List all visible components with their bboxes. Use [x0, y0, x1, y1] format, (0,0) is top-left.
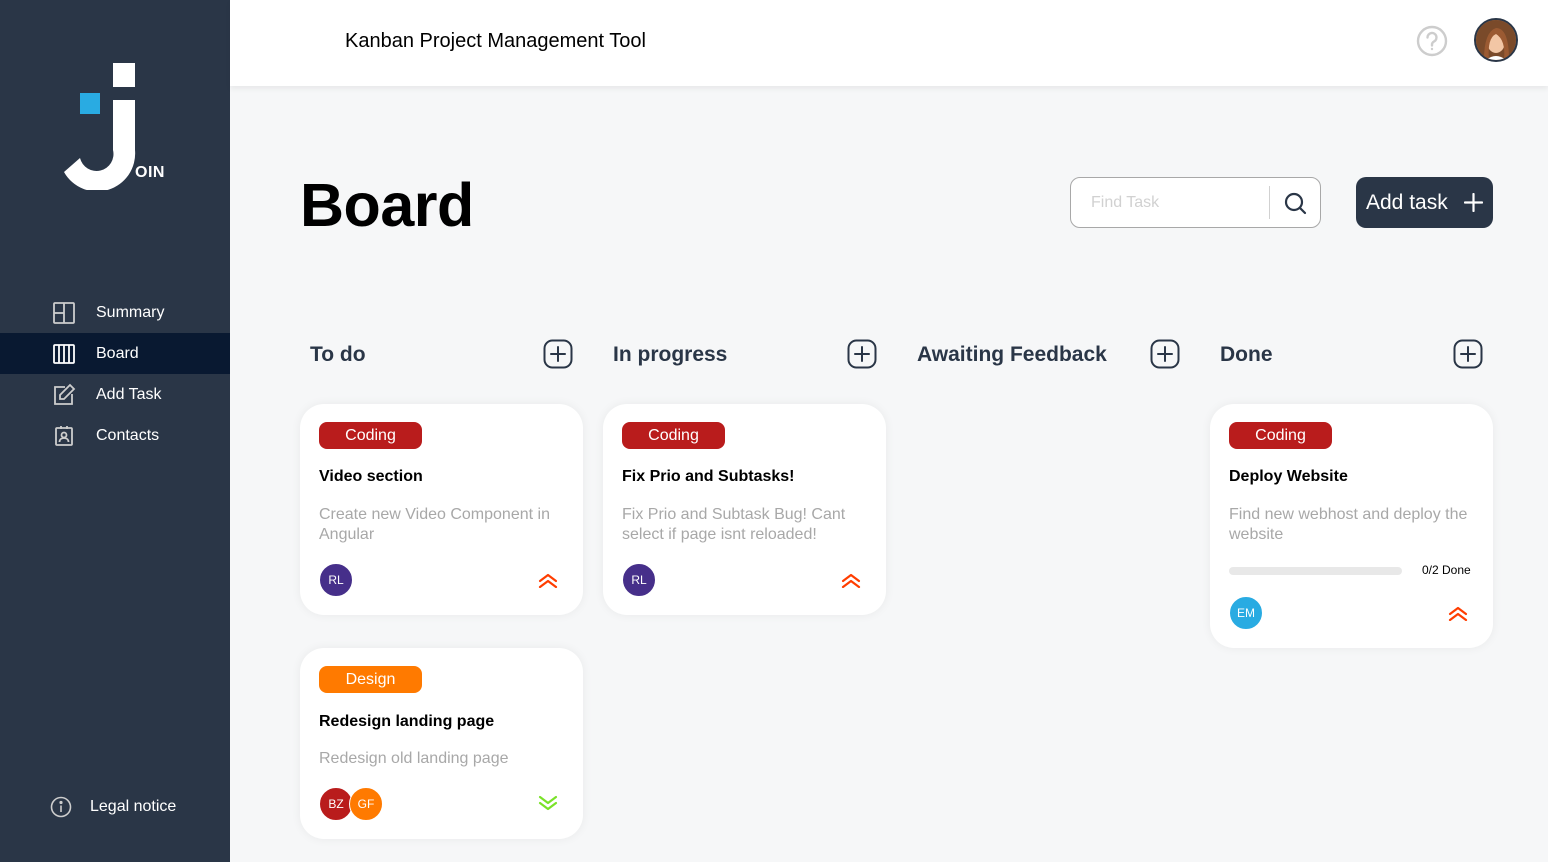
sidebar-item-board[interactable]: Board	[0, 333, 230, 374]
task-card[interactable]: Coding Deploy Website Find new webhost a…	[1210, 404, 1493, 648]
board-icon	[53, 343, 75, 364]
sidebar-item-label: Board	[96, 344, 139, 362]
summary-icon	[53, 301, 75, 324]
subtask-progress-text: 0/2 Done	[1422, 563, 1471, 577]
priority-urgent-icon	[841, 573, 861, 588]
logo-text: OIN	[135, 164, 165, 181]
search-divider	[1269, 186, 1270, 219]
contacts-icon	[55, 425, 73, 446]
task-title: Video section	[319, 468, 423, 485]
plus-icon	[1464, 193, 1483, 212]
category-tag: Coding	[1229, 422, 1332, 449]
assignee-avatar: RL	[622, 563, 656, 597]
task-description: Create new Video Component in Angular	[319, 506, 550, 543]
page-title: Board	[300, 171, 474, 239]
legal-notice-link[interactable]: Legal notice	[50, 796, 176, 818]
priority-urgent-icon	[1448, 606, 1468, 621]
category-tag: Coding	[622, 422, 725, 449]
assignees: BZ GF	[319, 787, 383, 821]
add-to-in-progress-icon[interactable]	[847, 339, 877, 369]
add-task-label: Add task	[1366, 190, 1448, 214]
add-task-icon	[54, 383, 76, 405]
sidebar-item-label: Summary	[96, 303, 165, 321]
find-task-input[interactable]	[1091, 192, 1261, 214]
search-box	[1070, 177, 1321, 228]
subtask-progress-bar	[1229, 567, 1402, 575]
column-title-done: Done	[1220, 343, 1273, 366]
category-tag: Design	[319, 666, 422, 693]
column-title-in-progress: In progress	[613, 343, 728, 366]
category-tag: Coding	[319, 422, 422, 449]
top-header: Kanban Project Management Tool	[230, 0, 1548, 86]
assignee-avatar: BZ	[319, 787, 353, 821]
assignees: RL	[319, 563, 353, 597]
task-description: Fix Prio and Subtask Bug! Cant select if…	[622, 506, 846, 543]
sidebar-item-contacts[interactable]: Contacts	[0, 415, 230, 456]
info-icon	[50, 796, 72, 818]
search-icon[interactable]	[1282, 190, 1308, 216]
add-to-todo-icon[interactable]	[543, 339, 573, 369]
task-title: Deploy Website	[1229, 468, 1348, 485]
assignee-avatar: RL	[319, 563, 353, 597]
sidebar-item-label: Add Task	[96, 385, 162, 403]
legal-notice-label: Legal notice	[90, 798, 177, 815]
column-title-awaiting-feedback: Awaiting Feedback	[917, 343, 1107, 366]
priority-urgent-icon	[538, 573, 558, 588]
task-description: Find new webhost and deploy the website	[1229, 506, 1468, 543]
task-card[interactable]: Coding Video section Create new Video Co…	[300, 404, 583, 615]
assignees: RL	[622, 563, 656, 597]
task-card[interactable]: Design Redesign landing page Redesign ol…	[300, 648, 583, 839]
add-to-awaiting-feedback-icon[interactable]	[1150, 339, 1180, 369]
column-title-todo: To do	[310, 343, 366, 366]
priority-low-icon	[538, 795, 558, 811]
sidebar-item-add-task[interactable]: Add Task	[0, 374, 230, 415]
add-task-button[interactable]: Add task	[1356, 177, 1493, 228]
add-to-done-icon[interactable]	[1453, 339, 1483, 369]
sidebar-item-summary[interactable]: Summary	[0, 292, 230, 333]
sidebar: OIN Summary Board Add Task Contacts Lega…	[0, 0, 230, 862]
header-title: Kanban Project Management Tool	[345, 30, 646, 52]
task-card[interactable]: Coding Fix Prio and Subtasks! Fix Prio a…	[603, 404, 886, 615]
assignees: EM	[1229, 596, 1263, 630]
user-avatar[interactable]	[1474, 18, 1518, 62]
question-icon[interactable]	[1416, 25, 1448, 57]
assignee-avatar: GF	[349, 787, 383, 821]
sidebar-nav: Summary Board Add Task Contacts	[0, 292, 230, 456]
task-title: Fix Prio and Subtasks!	[622, 468, 795, 485]
task-description: Redesign old landing page	[319, 750, 509, 767]
assignee-avatar: EM	[1229, 596, 1263, 630]
sidebar-item-label: Contacts	[96, 426, 160, 444]
task-title: Redesign landing page	[319, 713, 495, 730]
